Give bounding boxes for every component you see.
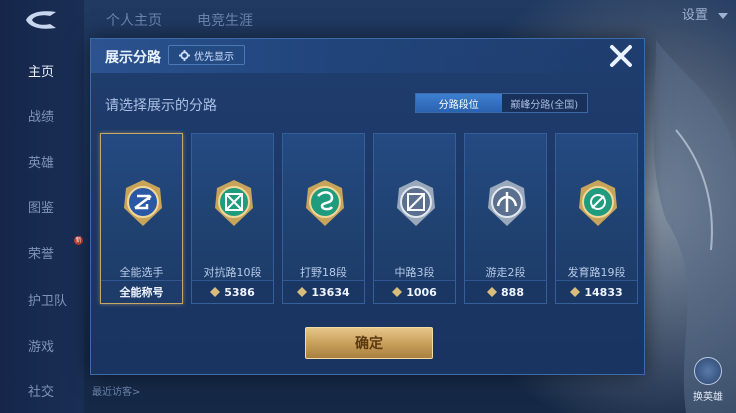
tab-esports[interactable]: 电竞生涯 xyxy=(197,10,253,30)
tab-lane-rank[interactable]: 分路段位 xyxy=(416,94,502,112)
lane-mode-toggle: 分路段位 巅峰分路(全国) xyxy=(415,93,588,113)
card-value-text: 13634 xyxy=(311,285,350,299)
card-value: 14833 xyxy=(556,280,637,303)
sidebar-item-heroes[interactable]: 英雄 xyxy=(0,152,84,171)
card-role-label: 打野18段 xyxy=(300,266,347,279)
card-value: 13634 xyxy=(283,280,364,303)
switch-hero-label: 换英雄 xyxy=(693,392,723,403)
clash-lane-emblem-icon xyxy=(215,180,253,226)
sidebar-item-honor[interactable]: 荣誉 xyxy=(0,243,84,262)
jungle-emblem-icon xyxy=(306,180,344,226)
card-value: 1006 xyxy=(374,280,455,303)
dialog-subtitle: 请选择展示的分路 xyxy=(105,98,217,114)
lane-card-farm-lane[interactable]: 发育路19段 14833 xyxy=(555,133,638,304)
dialog-title: 展示分路 xyxy=(105,50,161,66)
sidebar-item-record[interactable]: 战绩 xyxy=(0,106,84,125)
card-role-label: 对抗路10段 xyxy=(203,266,262,279)
card-value-text: 1006 xyxy=(406,285,437,299)
priority-display-button[interactable]: 优先显示 xyxy=(168,45,245,65)
card-value-text: 888 xyxy=(501,285,524,299)
lane-card-roam[interactable]: 游走2段 888 xyxy=(464,133,547,304)
display-lane-dialog: 展示分路 优先显示 请选择展示的分路 分路段位 巅峰分路(全国) 全能选手 全能… xyxy=(90,38,645,375)
card-role-label: 中路3段 xyxy=(394,266,435,279)
tab-profile[interactable]: 个人主页 xyxy=(106,10,162,30)
lane-card-jungle[interactable]: 打野18段 13634 xyxy=(282,133,365,304)
settings-area: 设置 xyxy=(682,4,728,26)
sidebar-item-home[interactable]: 主页 xyxy=(0,61,84,80)
card-value: 全能称号 xyxy=(101,280,182,303)
card-role-label: 发育路19段 xyxy=(567,266,626,279)
tab-peak-lane-national[interactable]: 巅峰分路(全国) xyxy=(501,94,587,112)
roam-emblem-icon xyxy=(488,180,526,226)
lane-card-clash-lane[interactable]: 对抗路10段 5386 xyxy=(191,133,274,304)
lane-card-all-round[interactable]: 全能选手 全能称号 xyxy=(100,133,183,304)
chevron-down-icon[interactable] xyxy=(718,13,728,19)
card-value-text: 5386 xyxy=(224,285,255,299)
lane-card-list: 全能选手 全能称号 对抗路10段 5386 打野18段 13634 中路3段 1… xyxy=(100,133,640,305)
sidebar-item-codex[interactable]: 图鉴 xyxy=(0,197,84,216)
farm-lane-emblem-icon xyxy=(579,180,617,226)
hero-avatar-icon xyxy=(694,357,722,385)
coin-icon xyxy=(210,287,221,297)
switch-hero-button[interactable]: 换英雄 xyxy=(688,357,728,403)
sidebar-item-social[interactable]: 社交 xyxy=(0,381,84,400)
coin-icon xyxy=(297,287,308,297)
sidebar: 主页 战绩 英雄 图鉴 荣誉 新 护卫队 游戏 社交 xyxy=(0,0,84,413)
confirm-button[interactable]: 确定 xyxy=(305,327,433,359)
card-role-label: 游走2段 xyxy=(485,266,526,279)
priority-display-label: 优先显示 xyxy=(194,51,234,63)
gear-icon xyxy=(179,49,190,61)
card-role-label: 全能选手 xyxy=(119,266,164,279)
card-value-text: 14833 xyxy=(584,285,623,299)
new-badge: 新 xyxy=(74,236,83,245)
card-value: 5386 xyxy=(192,280,273,303)
sidebar-item-games[interactable]: 游戏 xyxy=(0,336,84,355)
card-value-text: 全能称号 xyxy=(119,286,164,299)
back-logo-icon[interactable] xyxy=(22,8,62,32)
recent-visitors[interactable]: 最近访客> xyxy=(92,383,652,401)
coin-icon xyxy=(487,287,498,297)
settings-label[interactable]: 设置 xyxy=(682,8,708,23)
all-round-emblem-icon xyxy=(124,180,162,226)
coin-icon xyxy=(570,287,581,297)
card-value: 888 xyxy=(465,280,546,303)
mid-lane-emblem-icon xyxy=(397,180,435,226)
coin-icon xyxy=(392,287,403,297)
sidebar-item-guard[interactable]: 护卫队 xyxy=(0,290,84,309)
close-icon[interactable] xyxy=(608,43,634,69)
lane-card-mid-lane[interactable]: 中路3段 1006 xyxy=(373,133,456,304)
